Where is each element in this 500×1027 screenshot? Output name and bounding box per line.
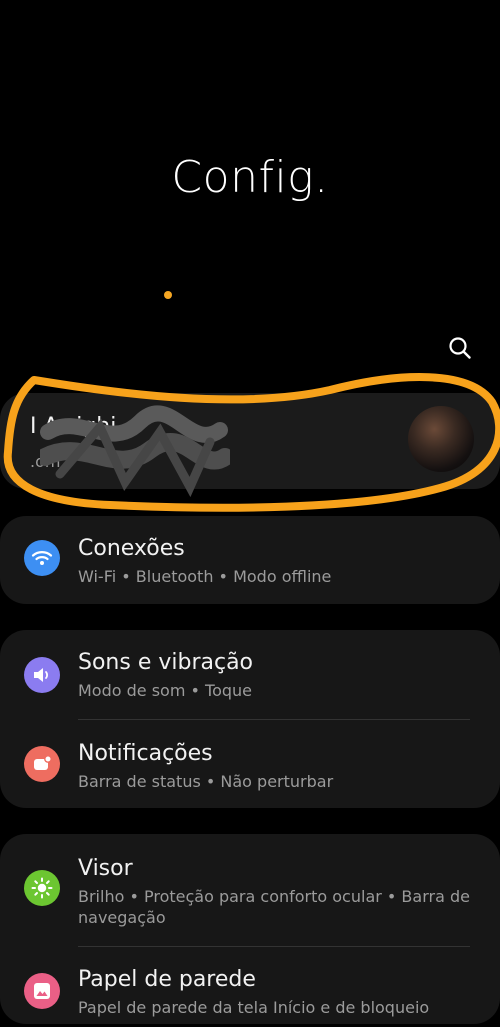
settings-item-sounds[interactable]: Sons e vibração Modo de som • Toque: [0, 630, 500, 720]
search-icon: [449, 337, 471, 359]
item-subtitle: Papel de parede da tela Início e de bloq…: [78, 998, 430, 1017]
settings-item-display[interactable]: Visor Brilho • Proteção para conforto oc…: [0, 834, 500, 946]
page-title: Config.: [171, 152, 329, 203]
item-title: Notificações: [78, 741, 213, 766]
settings-item-wallpaper[interactable]: Papel de parede Papel de parede da tela …: [0, 947, 500, 1027]
item-subtitle: Barra de status • Não perturbar: [78, 772, 334, 791]
item-subtitle: Brilho • Proteção para conforto ocular •…: [78, 887, 470, 927]
wifi-icon: [24, 540, 60, 576]
item-subtitle: Modo de som • Toque: [78, 681, 253, 700]
search-button[interactable]: [445, 333, 475, 363]
settings-item-notifications[interactable]: Notificações Barra de status • Não pertu…: [0, 720, 500, 808]
item-title: Conexões: [78, 536, 185, 561]
settings-item-connections[interactable]: Conexões Wi-Fi • Bluetooth • Modo offlin…: [0, 516, 500, 604]
notification-icon: [24, 746, 60, 782]
item-title: Visor: [78, 856, 133, 881]
redaction-scribble: [40, 405, 230, 498]
avatar[interactable]: [408, 406, 474, 472]
brightness-icon: [24, 870, 60, 906]
page-indicator-dot: [164, 291, 172, 299]
volume-icon: [24, 657, 60, 693]
item-title: Sons e vibração: [78, 650, 254, 675]
item-title: Papel de parede: [78, 967, 256, 992]
item-subtitle: Wi-Fi • Bluetooth • Modo offline: [78, 567, 332, 586]
